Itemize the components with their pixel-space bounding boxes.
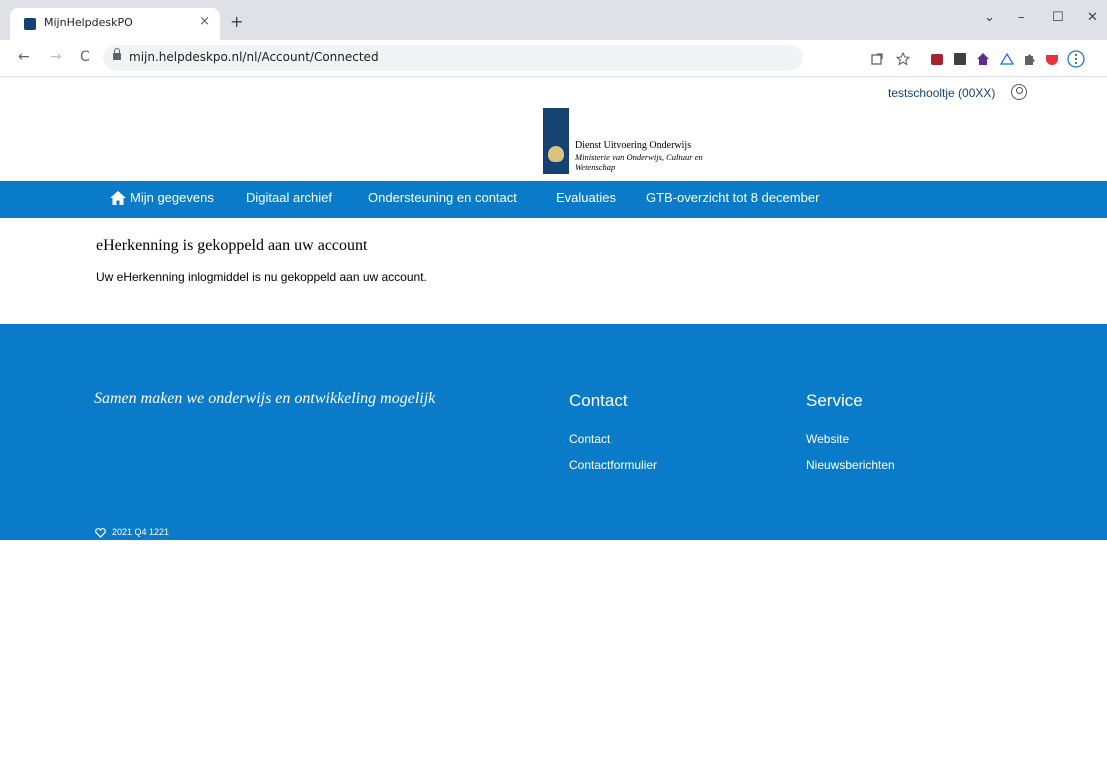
extension-house-icon[interactable] (976, 52, 990, 66)
footer-link-contact[interactable]: Contact (569, 432, 610, 446)
extension-dark-icon[interactable] (953, 52, 967, 66)
drive-icon[interactable] (1000, 52, 1014, 66)
nav-item-evaluaties[interactable]: Evaluaties (556, 190, 616, 205)
nav-item-gtb-overzicht[interactable]: GTB-overzicht tot 8 december (646, 190, 819, 205)
footer-link-nieuwsberichten[interactable]: Nieuwsberichten (806, 458, 895, 472)
url-text[interactable]: mijn.helpdeskpo.nl/nl/Account/Connected (129, 50, 379, 64)
bookmark-star-icon[interactable] (896, 52, 910, 66)
back-icon[interactable]: ← (18, 49, 30, 65)
tab-title: MijnHelpdeskPO (44, 16, 133, 29)
logo-title: Dienst Uitvoering Onderwijs (575, 140, 692, 151)
browser-tab[interactable]: MijnHelpdeskPO × (10, 8, 220, 40)
footer-link-website[interactable]: Website (806, 432, 849, 446)
menu-dots-icon[interactable] (1067, 50, 1085, 68)
nav-item-digitaal-archief[interactable]: Digitaal archief (246, 190, 332, 205)
address-bar[interactable]: mijn.helpdeskpo.nl/nl/Account/Connected (103, 45, 803, 71)
home-icon[interactable] (110, 191, 126, 205)
footer-slogan: Samen maken we onderwijs en ontwikkeling… (94, 390, 436, 407)
account-link[interactable]: testschooltje (00XX) (888, 86, 995, 100)
main-navigation: Mijn gegevens Digitaal archief Ondersteu… (0, 181, 1107, 218)
reload-icon[interactable]: C (80, 49, 90, 65)
user-avatar-icon[interactable] (1011, 84, 1027, 100)
browser-tab-bar: MijnHelpdeskPO × + ⌄ – ☐ ✕ (0, 0, 1107, 40)
confirmation-text: Uw eHerkenning inlogmiddel is nu gekoppe… (96, 270, 427, 284)
logo-bar (543, 108, 569, 174)
version-label: 2021 Q4 1221 (112, 527, 170, 537)
nav-item-ondersteuning[interactable]: Ondersteuning en contact (368, 190, 517, 205)
forward-icon[interactable]: → (50, 49, 62, 65)
new-tab-button[interactable]: + (230, 12, 243, 31)
lock-icon[interactable] (113, 48, 121, 61)
pocket-icon[interactable] (1045, 52, 1059, 66)
crest-icon (548, 146, 564, 162)
favicon-icon (24, 18, 36, 30)
footer-link-contactformulier[interactable]: Contactformulier (569, 458, 657, 472)
tab-close-icon[interactable]: × (199, 14, 210, 29)
close-window-button[interactable]: ✕ (1087, 10, 1098, 25)
tab-search-icon[interactable]: ⌄ (984, 10, 995, 25)
share-icon[interactable] (870, 52, 884, 66)
footer-contact-title: Contact (569, 391, 628, 410)
page-title: eHerkenning is gekoppeld aan uw account (96, 237, 368, 254)
logo-subtitle: Ministerie van Onderwijs, Cultuur en Wet… (575, 152, 703, 172)
minimize-button[interactable]: – (1018, 10, 1025, 25)
heart-icon (95, 528, 106, 538)
site-footer: Samen maken we onderwijs en ontwikkeling… (0, 324, 1107, 540)
maximize-button[interactable]: ☐ (1052, 10, 1064, 25)
extensions-puzzle-icon[interactable] (1022, 52, 1036, 66)
extension-red-icon[interactable] (930, 52, 944, 66)
nav-item-mijn-gegevens[interactable]: Mijn gegevens (130, 190, 214, 205)
footer-service-title: Service (806, 391, 863, 410)
